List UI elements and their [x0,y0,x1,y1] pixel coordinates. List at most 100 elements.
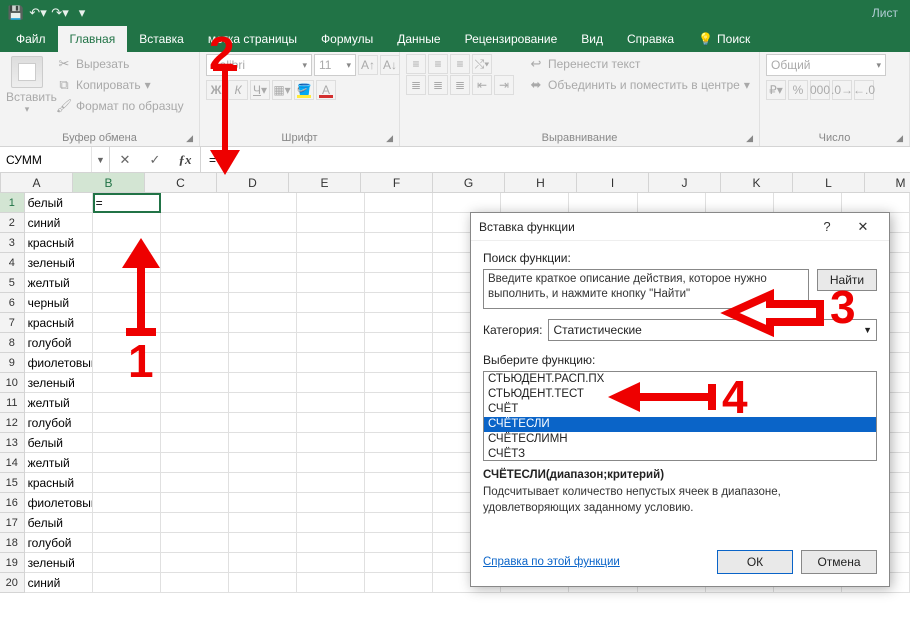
cell[interactable]: белый [25,513,93,533]
cell[interactable] [161,213,229,233]
cell[interactable] [161,313,229,333]
cell[interactable] [161,513,229,533]
row-header[interactable]: 5 [0,273,25,293]
tab-search[interactable]: 💡Поиск [686,26,762,52]
column-header[interactable]: I [577,173,649,193]
cell[interactable]: голубой [25,533,93,553]
cell[interactable]: синий [25,213,93,233]
row-header[interactable]: 19 [0,553,25,573]
wrap-text-button[interactable]: ↩Перенести текст [524,54,754,74]
cell[interactable] [365,373,433,393]
cell[interactable] [229,373,297,393]
cell[interactable]: фиолетовый [25,353,93,373]
cell[interactable] [229,393,297,413]
cell[interactable] [229,293,297,313]
cell[interactable] [93,373,161,393]
font-size-combo[interactable]: 11▾ [314,54,356,76]
cell[interactable]: зеленый [25,553,93,573]
tab-data[interactable]: Данные [385,26,452,52]
cell[interactable] [93,553,161,573]
cell[interactable] [365,193,433,213]
alignment-launcher-icon[interactable]: ◢ [746,133,753,144]
cell[interactable] [365,213,433,233]
cell[interactable]: черный [25,293,93,313]
increase-font-icon[interactable]: A↑ [358,55,378,75]
cell[interactable]: зеленый [25,373,93,393]
column-header[interactable]: C [145,173,217,193]
copy-button[interactable]: ⧉Копировать ▾ [52,75,188,95]
underline-button[interactable]: Ч▾ [250,80,270,100]
save-icon[interactable]: 💾 [6,3,26,23]
cell[interactable] [93,513,161,533]
tab-view[interactable]: Вид [569,26,615,52]
cell[interactable] [161,553,229,573]
increase-indent-icon[interactable]: ⇥ [494,75,514,95]
fill-color-button[interactable]: 🪣 [294,80,314,100]
cell[interactable] [297,193,365,213]
cell[interactable] [365,253,433,273]
number-format-combo[interactable]: Общий▾ [766,54,886,76]
cell[interactable] [229,333,297,353]
row-header[interactable]: 20 [0,573,25,593]
tab-formulas[interactable]: Формулы [309,26,385,52]
cell[interactable] [229,573,297,593]
cell[interactable] [93,273,161,293]
close-icon[interactable]: ✕ [845,219,881,235]
cell[interactable] [297,373,365,393]
cell[interactable] [93,393,161,413]
cell[interactable]: красный [25,313,93,333]
undo-icon[interactable]: ↶▾ [28,3,48,23]
redo-icon[interactable]: ↷▾ [50,3,70,23]
tab-page-layout[interactable]: метка страницы [196,26,309,52]
cell[interactable] [297,473,365,493]
cell[interactable]: белый [25,193,93,213]
font-color-button[interactable]: A [316,80,336,100]
cell[interactable] [161,433,229,453]
cell[interactable] [93,333,161,353]
function-list-item[interactable]: СТЬЮДЕНТ.РАСП.ПХ [484,372,876,387]
decrease-decimal-icon[interactable]: ←.0 [854,80,874,100]
cell[interactable] [297,393,365,413]
cell[interactable] [297,313,365,333]
column-header[interactable]: J [649,173,721,193]
clipboard-launcher-icon[interactable]: ◢ [186,133,193,144]
cell[interactable]: желтый [25,453,93,473]
cell[interactable]: красный [25,233,93,253]
cell[interactable] [229,213,297,233]
cell[interactable] [297,213,365,233]
comma-icon[interactable]: 000 [810,80,830,100]
cell[interactable] [365,493,433,513]
cell[interactable] [229,433,297,453]
align-top-icon[interactable]: ≡ [406,54,426,74]
cell[interactable] [365,513,433,533]
column-header[interactable]: E [289,173,361,193]
cell[interactable] [161,233,229,253]
formula-input[interactable]: = [201,147,910,172]
cell[interactable] [229,253,297,273]
cell[interactable] [93,313,161,333]
align-right-icon[interactable]: ≣ [450,75,470,95]
cell[interactable] [161,473,229,493]
cell[interactable] [297,533,365,553]
align-middle-icon[interactable]: ≡ [428,54,448,74]
cell[interactable]: желтый [25,393,93,413]
cell[interactable]: = [93,193,161,213]
row-header[interactable]: 3 [0,233,25,253]
cell[interactable] [365,273,433,293]
tab-help[interactable]: Справка [615,26,686,52]
paste-button[interactable]: Вставить ▾ [6,54,48,115]
column-header[interactable]: M [865,173,910,193]
cell[interactable] [93,213,161,233]
cell[interactable] [93,573,161,593]
qat-customize-icon[interactable]: ▾ [72,3,92,23]
cell[interactable] [161,253,229,273]
row-header[interactable]: 6 [0,293,25,313]
cell[interactable] [297,553,365,573]
cell[interactable] [297,353,365,373]
cell[interactable] [93,233,161,253]
function-list-item[interactable]: СТЬЮДЕНТ.ТЕСТ [484,387,876,402]
cell[interactable] [161,453,229,473]
cell[interactable] [638,193,706,213]
currency-icon[interactable]: ₽▾ [766,80,786,100]
dialog-titlebar[interactable]: Вставка функции ? ✕ [471,213,889,241]
